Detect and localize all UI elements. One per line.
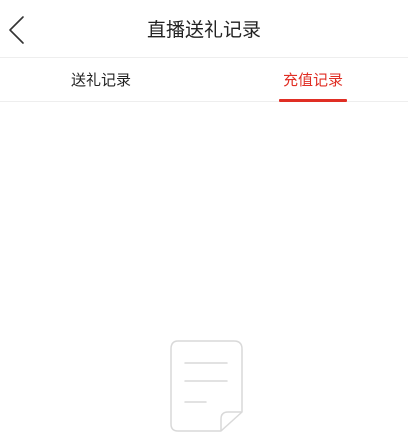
chevron-left-icon bbox=[9, 16, 24, 44]
tab-bar: 送礼记录 充值记录 bbox=[0, 58, 408, 102]
top-bar: 直播送礼记录 bbox=[0, 0, 408, 58]
active-tab-indicator bbox=[279, 99, 347, 102]
back-button[interactable] bbox=[6, 14, 30, 46]
tab-recharge-records[interactable]: 充值记录 bbox=[262, 58, 364, 102]
empty-document-icon bbox=[170, 340, 243, 432]
empty-state bbox=[170, 340, 244, 432]
tab-gift-records[interactable]: 送礼记录 bbox=[50, 58, 152, 102]
page-title: 直播送礼记录 bbox=[146, 19, 261, 41]
